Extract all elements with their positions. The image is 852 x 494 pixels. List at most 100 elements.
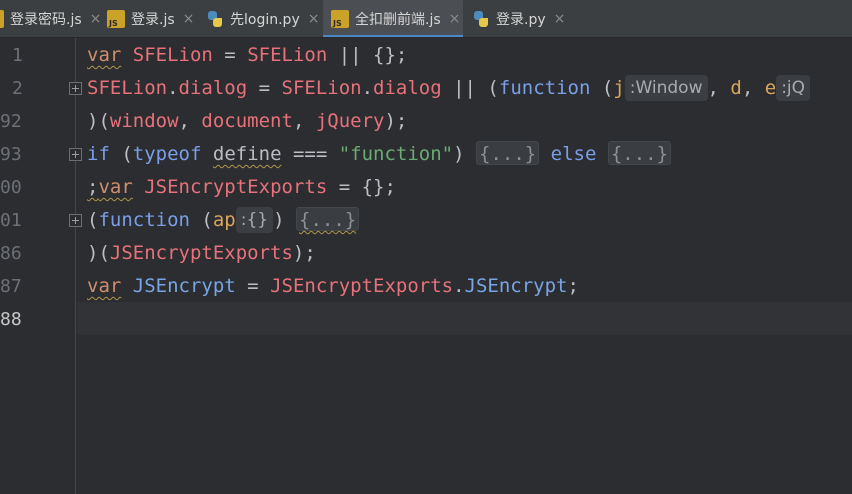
code-text: ,: [741, 77, 765, 99]
folded-block[interactable]: {...}: [296, 207, 360, 231]
operator: .: [167, 77, 179, 99]
keyword: var: [98, 176, 133, 198]
type-hint: :jQ: [776, 75, 811, 101]
identifier: SFELion: [247, 44, 328, 66]
code-line-4: if (typeof define === "function") {...} …: [87, 138, 672, 171]
parameter: d: [730, 77, 742, 99]
code-text: ;: [567, 275, 579, 297]
fold-expand-icon[interactable]: [69, 148, 82, 161]
close-icon[interactable]: ×: [449, 11, 461, 27]
code-editor[interactable]: var SFELion = SFELion || {}; SFELion.dia…: [77, 38, 852, 494]
tab-frontend-js[interactable]: 全扣删前端.js ×: [323, 0, 463, 37]
type-hint: :{}: [235, 207, 274, 233]
editor-tab-bar: 登录密码.js × 登录.js × 先login.py × 全扣删前端.js ×…: [0, 0, 852, 38]
python-file-icon: [206, 10, 224, 28]
line-number: 2: [12, 78, 23, 99]
line-number-current: 88: [0, 309, 22, 330]
current-line-highlight: [77, 302, 852, 335]
string-literal: "function": [338, 143, 454, 165]
parameter: ap: [212, 209, 236, 231]
code-line-7: )(JSEncryptExports);: [87, 237, 316, 270]
code-text: ,: [292, 110, 316, 132]
identifier: JSEncrypt: [132, 275, 236, 297]
argument: document: [201, 110, 293, 132]
close-icon[interactable]: ×: [308, 11, 320, 27]
code-text: ): [453, 143, 476, 165]
tab-label: 全扣删前端.js: [355, 12, 441, 28]
fold-expand-icon[interactable]: [69, 82, 82, 95]
identifier: SFELion: [132, 44, 213, 66]
code-line-6: (function (ap:{}) {...}: [87, 204, 360, 237]
code-text: ,: [178, 110, 202, 132]
close-icon[interactable]: ×: [90, 11, 102, 27]
fold-expand-icon[interactable]: [69, 214, 82, 227]
code-line-8: var JSEncrypt = JSEncryptExports.JSEncry…: [87, 270, 579, 303]
type-hint: :Window: [624, 75, 708, 101]
line-number: 01: [0, 210, 22, 231]
property: dialog: [178, 77, 248, 99]
keyword: function: [498, 77, 591, 99]
code-text: || {};: [327, 44, 408, 66]
code-text: (: [109, 143, 133, 165]
line-number: 93: [0, 144, 22, 165]
identifier: JSEncryptExports: [144, 176, 328, 198]
identifier: define: [212, 143, 282, 165]
operator: ===: [281, 143, 339, 165]
code-text: );: [292, 242, 316, 264]
property: JSEncrypt: [464, 275, 568, 297]
code-text: || (: [441, 77, 499, 99]
tab-login-py[interactable]: 先login.py ×: [206, 0, 320, 37]
code-text: )(: [87, 110, 110, 132]
keyword: var: [87, 275, 122, 297]
folded-block[interactable]: {...}: [607, 141, 672, 165]
code-line-1: var SFELion = SFELion || {};: [87, 39, 407, 72]
line-number: 86: [0, 243, 22, 264]
code-text: (: [189, 209, 213, 231]
code-line-5: ;var JSEncryptExports = {};: [87, 171, 396, 204]
keyword: if: [87, 143, 110, 165]
code-text: );: [384, 110, 408, 132]
argument: JSEncryptExports: [109, 242, 293, 264]
tab-label: 登录.py: [496, 12, 546, 28]
identifier: SFELion: [281, 77, 362, 99]
parameter: e: [764, 77, 777, 99]
close-icon[interactable]: ×: [183, 11, 195, 27]
line-number: 1: [12, 45, 23, 66]
operator: =: [235, 275, 271, 297]
code-text: = {};: [327, 176, 396, 198]
line-number: 92: [0, 111, 22, 132]
identifier: SFELion: [87, 77, 168, 99]
operator: .: [453, 275, 465, 297]
code-text: ): [273, 209, 296, 231]
js-file-icon: [0, 10, 4, 28]
keyword: else: [539, 143, 608, 165]
argument: jQuery: [315, 110, 385, 132]
keyword: function: [98, 209, 190, 231]
python-file-icon: [472, 10, 490, 28]
property: dialog: [373, 77, 442, 99]
code-text: (: [87, 209, 99, 231]
tab-login-password-js[interactable]: 登录密码.js ×: [0, 0, 102, 37]
parameter: j: [613, 77, 625, 99]
code-text: ,: [707, 77, 731, 99]
keyword: typeof: [132, 143, 202, 165]
folded-block[interactable]: {...}: [476, 141, 540, 165]
close-icon[interactable]: ×: [554, 11, 566, 27]
argument: window: [109, 110, 179, 132]
operator: =: [212, 44, 248, 66]
line-number: 00: [0, 177, 22, 198]
line-number-gutter: 1 2 92 93 00 01 86 87 88: [0, 38, 76, 494]
tab-login-py-2[interactable]: 登录.py ×: [472, 0, 566, 37]
operator: =: [247, 77, 282, 99]
tab-login-js[interactable]: 登录.js ×: [107, 0, 195, 37]
code-line-3: )(window, document, jQuery);: [87, 105, 407, 138]
identifier: JSEncryptExports: [270, 275, 454, 297]
tab-label: 登录.js: [131, 12, 175, 28]
code-text: ;: [87, 176, 99, 198]
js-file-icon: [331, 10, 349, 28]
operator: .: [361, 77, 374, 99]
code-text: )(: [87, 242, 110, 264]
